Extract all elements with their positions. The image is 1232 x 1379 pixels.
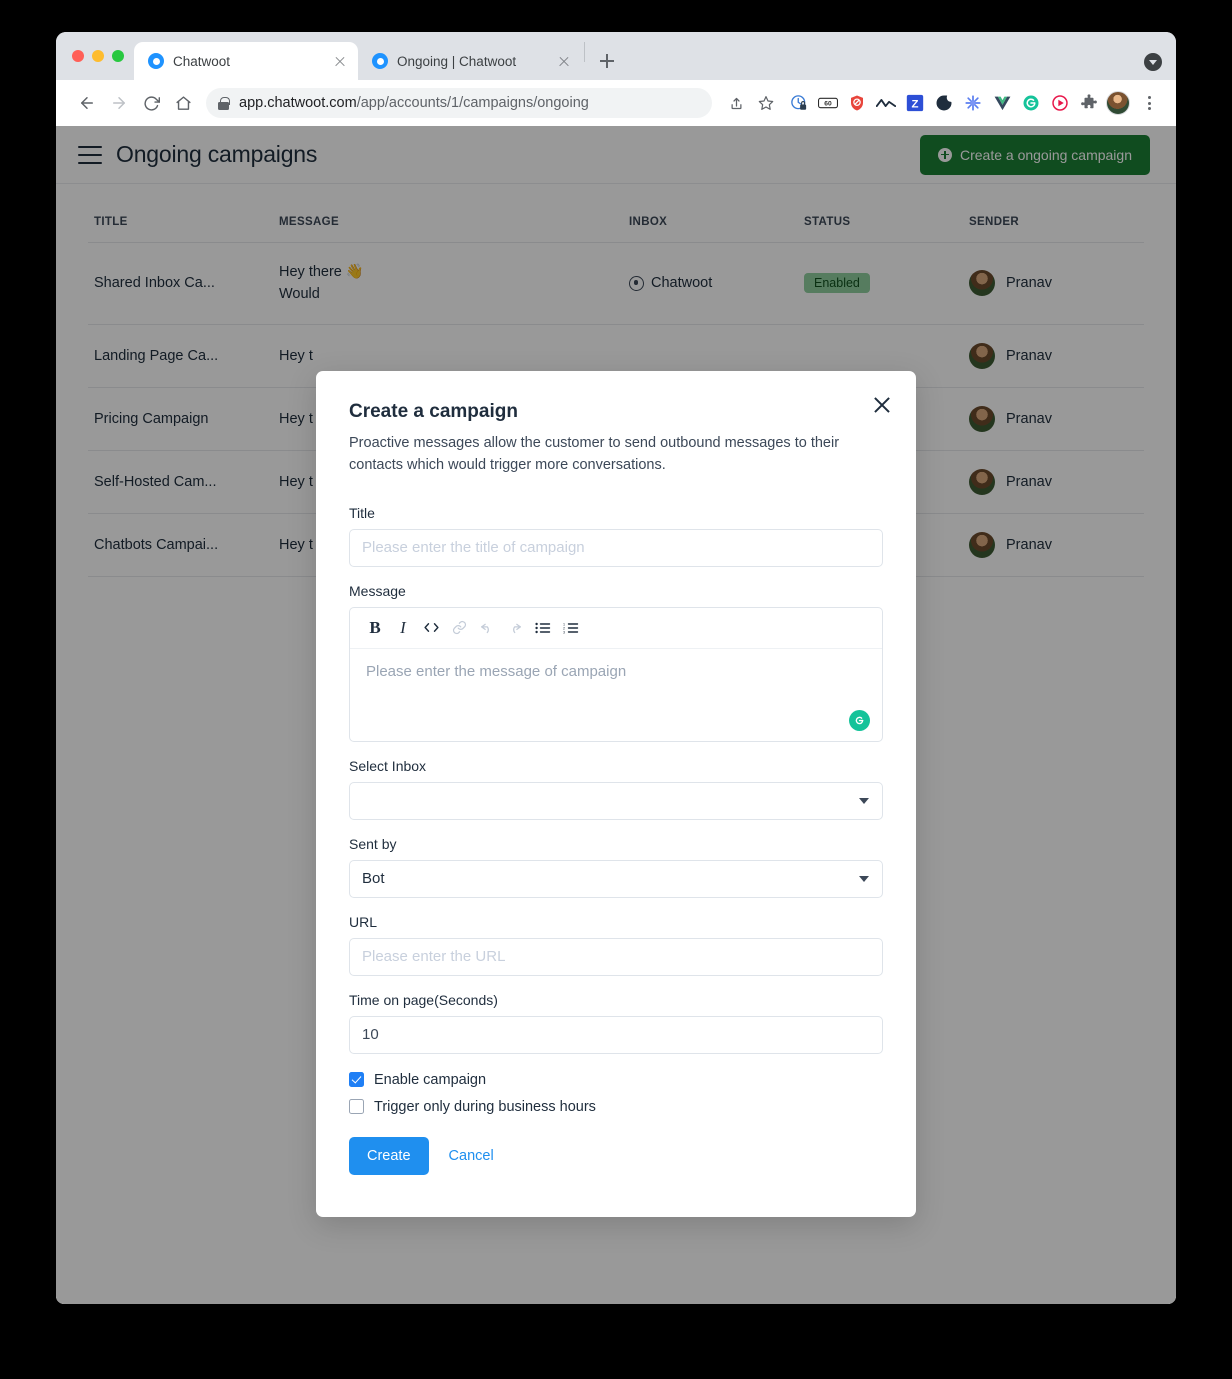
bullet-list-icon[interactable]	[530, 616, 556, 640]
modal-description: Proactive messages allow the customer to…	[349, 435, 840, 473]
extensions-row: 60 Z	[786, 90, 1162, 116]
bookmark-star-icon[interactable]	[752, 89, 780, 117]
ordered-list-icon[interactable]: 123	[558, 616, 584, 640]
field-select-inbox: Select Inbox	[349, 758, 883, 820]
field-title: Title	[349, 505, 883, 567]
zotero-z-icon[interactable]: Z	[902, 90, 928, 116]
address-bar[interactable]: app.chatwoot.com/app/accounts/1/campaign…	[206, 88, 712, 118]
goo-icon[interactable]: 60	[815, 90, 841, 116]
message-placeholder: Please enter the message of campaign	[366, 662, 627, 680]
url-label: URL	[349, 913, 378, 930]
grammarly-icon[interactable]	[1018, 90, 1044, 116]
user-avatar[interactable]	[1105, 90, 1131, 116]
asterisk-burst-icon[interactable]	[960, 90, 986, 116]
vue-devtools-icon[interactable]	[989, 90, 1015, 116]
tab-title: Chatwoot	[173, 53, 231, 69]
chatwoot-logo-icon	[148, 53, 164, 69]
message-label: Message	[349, 582, 406, 599]
close-icon[interactable]	[870, 393, 894, 417]
tab-divider	[584, 42, 585, 62]
tab-title: Ongoing | Chatwoot	[397, 53, 517, 69]
tab-close-icon[interactable]	[332, 53, 348, 69]
svg-text:Z: Z	[912, 99, 919, 111]
puzzle-extensions-icon[interactable]	[1076, 90, 1102, 116]
kebab-menu-icon[interactable]	[1136, 90, 1162, 116]
grammarly-icon[interactable]	[849, 709, 870, 731]
browser-toolbar: app.chatwoot.com/app/accounts/1/campaign…	[56, 80, 1176, 126]
home-button[interactable]	[168, 88, 198, 118]
sent-by-label: Sent by	[349, 835, 397, 852]
business-hours-row[interactable]: Trigger only during business hours	[349, 1099, 883, 1115]
cancel-button[interactable]: Cancel	[439, 1148, 504, 1164]
message-editor: B I 1 2 3 Please enter the message of ca…	[349, 606, 883, 742]
browser-window: Chatwoot Ongoing | Chatwoot app.chatwoot…	[56, 32, 1176, 1304]
svg-text:60: 60	[824, 101, 832, 108]
svg-text:3: 3	[563, 630, 565, 634]
close-window-button[interactable]	[72, 50, 84, 62]
modal-backdrop: Create a campaign Proactive messages all…	[56, 126, 1176, 1304]
sent-by-value: Bot	[362, 870, 385, 887]
field-sent-by: Sent by Bot	[349, 836, 883, 898]
chatwoot-logo-icon	[372, 53, 388, 69]
message-input[interactable]: Please enter the message of campaign	[350, 649, 882, 741]
tab-close-icon[interactable]	[556, 53, 572, 69]
clock-lock-icon[interactable]	[786, 90, 812, 116]
omnibox-actions	[722, 89, 780, 117]
download-chevron-icon[interactable]	[1144, 53, 1162, 71]
select-inbox-dropdown[interactable]	[349, 781, 883, 820]
sent-by-dropdown[interactable]: Bot	[349, 859, 883, 898]
new-tab-button[interactable]	[593, 47, 621, 75]
link-icon[interactable]	[446, 616, 472, 640]
back-button[interactable]	[72, 88, 102, 118]
window-traffic-lights	[68, 32, 134, 80]
forward-button[interactable]	[104, 88, 134, 118]
tabstrip-right-controls	[1144, 53, 1162, 71]
reload-button[interactable]	[136, 88, 166, 118]
create-campaign-modal: Create a campaign Proactive messages all…	[316, 371, 916, 1217]
enable-campaign-label: Enable campaign	[374, 1071, 487, 1088]
code-icon[interactable]	[418, 616, 444, 640]
business-hours-label: Trigger only during business hours	[374, 1098, 596, 1115]
bold-icon[interactable]: B	[362, 616, 388, 640]
time-on-page-input[interactable]	[349, 1015, 883, 1054]
select-inbox-label: Select Inbox	[349, 757, 427, 774]
page-viewport: Ongoing campaigns Create a ongoing campa…	[56, 126, 1176, 1304]
browser-tab-1[interactable]: Ongoing | Chatwoot	[358, 42, 582, 80]
lock-icon	[218, 96, 230, 110]
business-hours-checkbox[interactable]	[349, 1099, 364, 1114]
modal-title: Create a campaign	[349, 401, 518, 422]
minimize-window-button[interactable]	[92, 50, 104, 62]
editor-toolbar: B I 1 2 3	[350, 608, 882, 649]
maximize-window-button[interactable]	[112, 50, 124, 62]
redo-icon[interactable]	[502, 616, 528, 640]
browser-tab-0[interactable]: Chatwoot	[134, 42, 358, 80]
browser-tab-strip: Chatwoot Ongoing | Chatwoot	[56, 32, 1176, 80]
title-label: Title	[349, 504, 375, 521]
play-circle-icon[interactable]	[1047, 90, 1073, 116]
moon-swirl-icon[interactable]	[931, 90, 957, 116]
enable-campaign-row[interactable]: Enable campaign	[349, 1072, 883, 1088]
share-icon[interactable]	[722, 89, 750, 117]
title-input[interactable]	[349, 528, 883, 567]
url-text: app.chatwoot.com/app/accounts/1/campaign…	[239, 95, 589, 111]
field-time-on-page: Time on page(Seconds)	[349, 992, 883, 1054]
undo-icon[interactable]	[474, 616, 500, 640]
enable-campaign-checkbox[interactable]	[349, 1072, 364, 1087]
mountains-icon[interactable]	[873, 90, 899, 116]
url-input[interactable]	[349, 937, 883, 976]
create-button[interactable]: Create	[349, 1136, 429, 1175]
modal-actions: Create Cancel	[349, 1136, 883, 1175]
italic-icon[interactable]: I	[390, 616, 416, 640]
time-on-page-label: Time on page(Seconds)	[349, 991, 498, 1008]
field-url: URL	[349, 914, 883, 976]
shield-block-icon[interactable]	[844, 90, 870, 116]
field-message: Message B I 1 2 3 Please enter the messa…	[349, 583, 883, 742]
